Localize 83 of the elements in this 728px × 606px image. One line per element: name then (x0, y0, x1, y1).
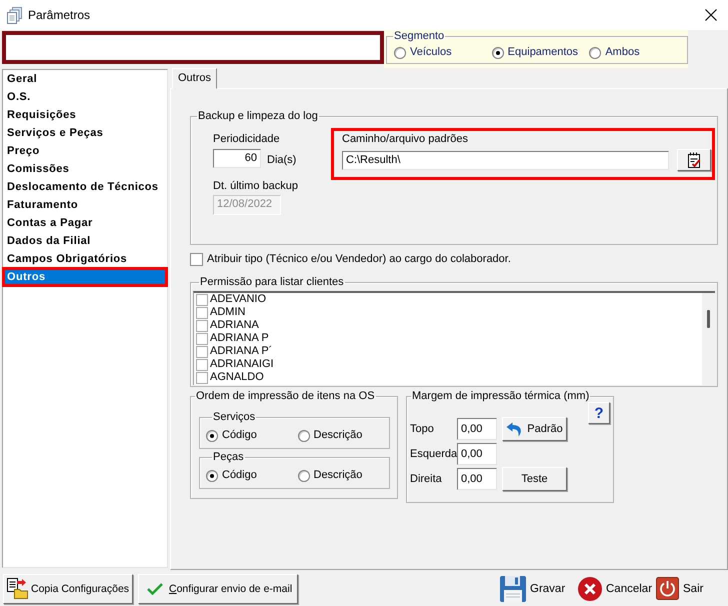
sidebar-item[interactable]: Preço (3, 142, 167, 160)
radio-button[interactable] (394, 46, 406, 58)
client-name: ADEVANIO (210, 293, 266, 306)
x-circle-icon (578, 576, 602, 600)
radio-button[interactable] (206, 470, 218, 482)
sidebar-item[interactable]: Outros (3, 268, 167, 286)
radio-label[interactable]: Código (222, 469, 257, 482)
checkbox[interactable] (196, 358, 208, 370)
radio-label[interactable]: Veículos (410, 46, 452, 59)
field-label: Topo (410, 423, 435, 435)
client-name: AGNALDO (210, 371, 264, 384)
group-label: Peças (212, 451, 245, 464)
sidebar-item[interactable]: Comissões (3, 160, 167, 178)
email-settings-button[interactable]: Configurar envio de e-mail (138, 574, 298, 604)
sidebar-item[interactable]: Contas a Pagar (3, 214, 167, 232)
radio-button[interactable] (492, 46, 504, 58)
unit-label: Dia(s) (267, 154, 296, 166)
radio-label[interactable]: Descrição (314, 469, 362, 482)
power-icon (656, 577, 679, 600)
help-button[interactable]: ? (588, 402, 610, 424)
field-label: Dt. último backup (213, 180, 299, 193)
path-field[interactable]: C:\Resulth\ (342, 150, 669, 170)
radio-label[interactable]: Descrição (314, 429, 362, 442)
checkbox[interactable] (196, 306, 208, 318)
window-title: Parâmetros (28, 8, 90, 22)
radio-label[interactable]: Ambos (605, 46, 640, 59)
sidebar-item[interactable]: Requisições (3, 106, 167, 124)
scrollbar[interactable] (702, 293, 715, 385)
number-field[interactable]: 0,00 (457, 468, 497, 490)
checkbox[interactable] (196, 332, 208, 344)
client-name: ADMIN (210, 306, 246, 319)
period-field[interactable]: 60 (213, 149, 261, 168)
field-label: Direita (410, 473, 443, 485)
group-label: Segmento (393, 30, 446, 43)
checkbox[interactable] (196, 372, 208, 384)
browse-button[interactable] (677, 149, 711, 171)
group-label: Backup e limpeza do log (197, 110, 319, 123)
radio-label[interactable]: Equipamentos (508, 46, 578, 59)
sidebar-item[interactable]: Dados da Filial (3, 232, 167, 250)
sidebar-item[interactable]: O.S. (3, 88, 167, 106)
field-label: Esquerda (410, 448, 457, 460)
save-button[interactable]: Gravar (500, 576, 578, 602)
sidebar-item[interactable]: Faturamento (3, 196, 167, 214)
scrollbar-thumb[interactable] (707, 310, 710, 328)
action-button[interactable]: Teste (502, 467, 567, 491)
radio-label[interactable]: Código (222, 429, 257, 442)
sidebar-item[interactable]: Geral (3, 70, 167, 88)
group-label: Ordem de impressão de itens na OS (195, 390, 376, 403)
radio-button[interactable] (298, 470, 310, 482)
cancel-button[interactable]: Cancelar (578, 576, 656, 602)
document-stack-icon (6, 6, 23, 24)
document-folder-icon (7, 578, 28, 599)
number-field[interactable]: 0,00 (457, 443, 497, 465)
notepad-check-icon (686, 152, 702, 168)
checkbox[interactable] (196, 320, 208, 332)
radio-button[interactable] (298, 430, 310, 442)
checkbox[interactable] (190, 252, 203, 266)
sidebar-item[interactable]: Campos Obrigatórios (3, 250, 167, 268)
tab[interactable]: Outros (172, 68, 218, 89)
radio-button[interactable] (589, 46, 602, 58)
client-name: ADRIANAIGI (210, 358, 274, 371)
copy-settings-button[interactable]: Copia Configurações (3, 574, 133, 604)
client-name: ADRIANA P´ (210, 345, 272, 358)
check-icon (147, 582, 163, 594)
group-label: Serviços (212, 411, 256, 424)
number-field[interactable]: 0,00 (457, 418, 497, 440)
group-label: Margem de impressão térmica (mm) (411, 390, 590, 403)
checkbox-label[interactable]: Atribuir tipo (Técnico e/ou Vendedor) ao cargo do colaborador. (207, 253, 511, 265)
action-button[interactable]: Padrão (502, 417, 567, 441)
field-label: Caminho/arquivo padrões (342, 133, 469, 146)
sidebar-item[interactable]: Deslocamento de Técnicos (3, 178, 167, 196)
field-label: Periodicidade (213, 133, 281, 146)
group-label: Permissão para listar clientes (199, 276, 345, 289)
client-name: ADRIANA P (210, 332, 269, 345)
sidebar-item[interactable]: Serviços e Peças (3, 124, 167, 142)
exit-button[interactable]: Sair (656, 576, 708, 602)
client-name: ADRIANA (210, 319, 259, 332)
undo-arrow-icon (506, 422, 524, 436)
close-icon (705, 9, 717, 21)
radio-button[interactable] (206, 430, 218, 442)
checkbox[interactable] (196, 294, 208, 306)
checkbox[interactable] (196, 346, 208, 358)
date-field: 12/08/2022 (213, 195, 281, 215)
